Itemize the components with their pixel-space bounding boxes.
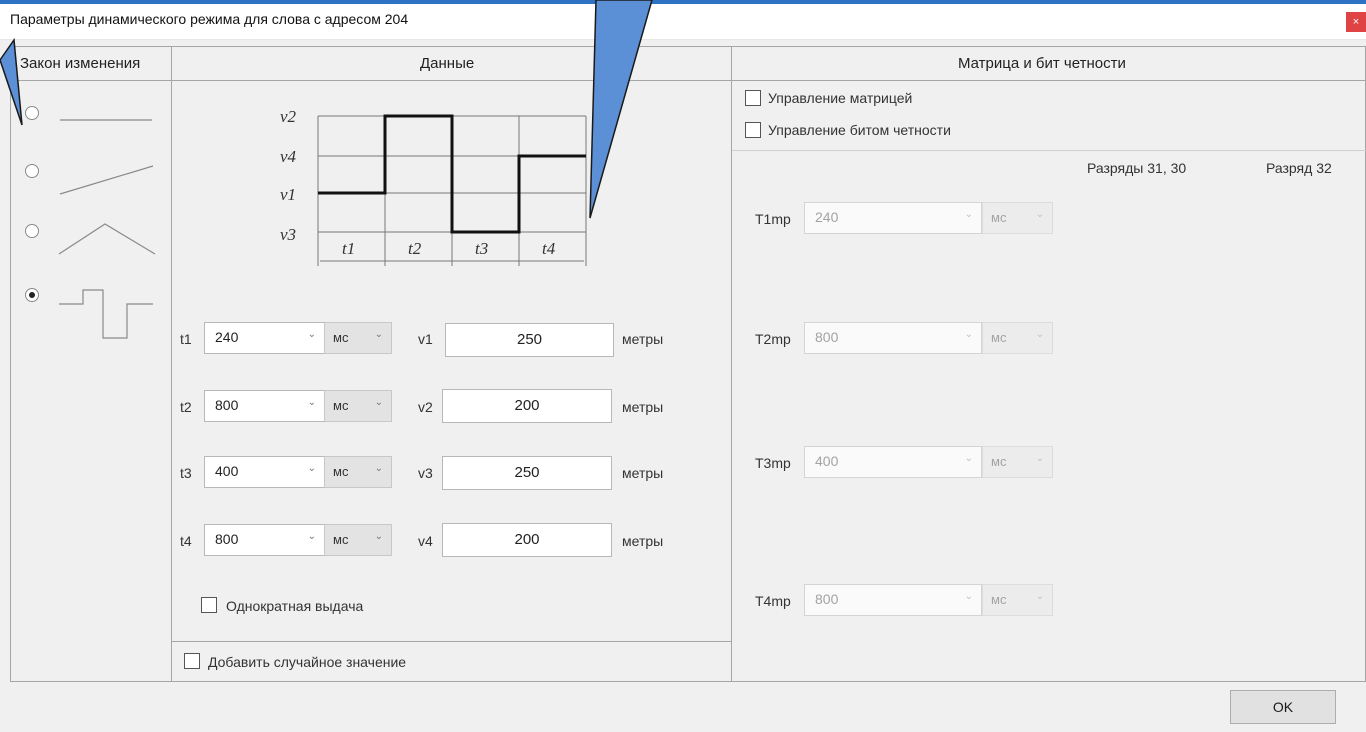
v2-input[interactable]: 200: [442, 389, 612, 423]
chevron-down-icon: ⌄: [307, 397, 316, 408]
v2-label: v2: [418, 399, 433, 415]
chevron-down-icon: ⌄: [307, 463, 316, 474]
chevron-down-icon: ⌄: [307, 329, 316, 340]
diagram-v3-label: v3: [280, 225, 296, 244]
bits-31-30-header: Разряды 31, 30: [1087, 160, 1187, 176]
parity-control-checkbox[interactable]: [745, 122, 761, 138]
t1mp-label: T1mp: [755, 211, 791, 227]
v2-unit-label: метры: [622, 399, 664, 415]
divider: [171, 641, 731, 642]
chevron-down-icon: ⌄: [964, 209, 973, 220]
t3mp-unit: мс: [991, 454, 1007, 469]
t1-value-combo[interactable]: 240 ⌄: [204, 322, 325, 354]
chevron-down-icon: ⌄: [964, 591, 973, 602]
chevron-down-icon: ⌄: [374, 329, 383, 340]
t3-unit: мс: [333, 464, 349, 479]
t3mp-value: 400: [815, 453, 839, 469]
diagram-t4-label: t4: [542, 239, 556, 258]
t4mp-unit: мс: [991, 592, 1007, 607]
t2-value-combo[interactable]: 800 ⌄: [204, 390, 325, 422]
t1-unit-combo[interactable]: мс ⌄: [324, 322, 392, 354]
v4-unit-label: метры: [622, 533, 664, 549]
divider: [731, 46, 732, 682]
t2-label: t2: [180, 399, 192, 415]
v1-input[interactable]: 250: [445, 323, 614, 357]
v1-label: v1: [418, 331, 433, 347]
single-output-checkbox[interactable]: [201, 597, 217, 613]
matrix-header: Матрица и бит четности: [958, 55, 1126, 72]
t1-label: t1: [180, 331, 192, 347]
chevron-down-icon: ⌄: [1035, 329, 1044, 340]
square-wave-law-icon: [59, 289, 153, 339]
t1mp-value: 240: [815, 209, 839, 225]
t4-unit-combo[interactable]: мс ⌄: [324, 524, 392, 556]
chevron-down-icon: ⌄: [374, 531, 383, 542]
v1-unit-label: метры: [622, 331, 664, 347]
t2mp-label: T2mp: [755, 331, 791, 347]
waveform-diagram: v2 v4 v1 v3 t1 t2 t3 t4: [280, 107, 587, 266]
t2mp-unit: мс: [991, 330, 1007, 345]
t4-value-combo[interactable]: 800 ⌄: [204, 524, 325, 556]
t2mp-value: 800: [815, 329, 839, 345]
diagram-t3-label: t3: [475, 239, 488, 258]
t1mp-unit: мс: [991, 210, 1007, 225]
t3mp-unit-combo[interactable]: мс ⌄: [982, 446, 1053, 478]
t3mp-value-combo[interactable]: 400 ⌄: [804, 446, 982, 478]
t3-value: 400: [215, 463, 239, 479]
t4-unit: мс: [333, 532, 349, 547]
diagram-t2-label: t2: [408, 239, 422, 258]
close-button[interactable]: ×: [1346, 12, 1366, 32]
t4mp-value-combo[interactable]: 800 ⌄: [804, 584, 982, 616]
v4-input[interactable]: 200: [442, 523, 612, 557]
radio-square[interactable]: [25, 288, 39, 302]
diagram-v4-label: v4: [280, 147, 297, 166]
t3mp-label: T3mp: [755, 455, 791, 471]
t4-value: 800: [215, 531, 239, 547]
v3-input[interactable]: 250: [442, 456, 612, 490]
divider: [732, 150, 1366, 151]
chevron-down-icon: ⌄: [1035, 591, 1044, 602]
chevron-down-icon: ⌄: [1035, 209, 1044, 220]
diagram-t1-label: t1: [342, 239, 355, 258]
v3-label: v3: [418, 465, 433, 481]
ok-button[interactable]: OK: [1230, 690, 1336, 724]
bit-32-header: Разряд 32: [1266, 160, 1332, 176]
single-output-label: Однократная выдача: [226, 598, 364, 614]
t2-unit-combo[interactable]: мс ⌄: [324, 390, 392, 422]
t4mp-value: 800: [815, 591, 839, 607]
chevron-down-icon: ⌄: [1035, 453, 1044, 464]
matrix-control-label: Управление матрицей: [768, 90, 913, 106]
chevron-down-icon: ⌄: [964, 453, 973, 464]
t4-label: t4: [180, 533, 192, 549]
t2-value: 800: [215, 397, 239, 413]
t1mp-unit-combo[interactable]: мс ⌄: [982, 202, 1053, 234]
matrix-control-checkbox[interactable]: [745, 90, 761, 106]
diagram-v1-label: v1: [280, 185, 296, 204]
t3-label: t3: [180, 465, 192, 481]
chevron-down-icon: ⌄: [374, 397, 383, 408]
add-random-label: Добавить случайное значение: [208, 654, 407, 670]
t2mp-value-combo[interactable]: 800 ⌄: [804, 322, 982, 354]
diagram-v2-label: v2: [280, 107, 297, 126]
v4-label: v4: [418, 533, 433, 549]
chevron-down-icon: ⌄: [307, 531, 316, 542]
add-random-checkbox[interactable]: [184, 653, 200, 669]
t1-value: 240: [215, 329, 239, 345]
t4mp-label: T4mp: [755, 593, 791, 609]
v3-unit-label: метры: [622, 465, 664, 481]
t1-unit: мс: [333, 330, 349, 345]
t3-value-combo[interactable]: 400 ⌄: [204, 456, 325, 488]
chevron-down-icon: ⌄: [964, 329, 973, 340]
t4mp-unit-combo[interactable]: мс ⌄: [982, 584, 1053, 616]
t2mp-unit-combo[interactable]: мс ⌄: [982, 322, 1053, 354]
chevron-down-icon: ⌄: [374, 463, 383, 474]
t1mp-value-combo[interactable]: 240 ⌄: [804, 202, 982, 234]
t2-unit: мс: [333, 398, 349, 413]
parity-control-label: Управление битом четности: [768, 122, 951, 138]
t3-unit-combo[interactable]: мс ⌄: [324, 456, 392, 488]
